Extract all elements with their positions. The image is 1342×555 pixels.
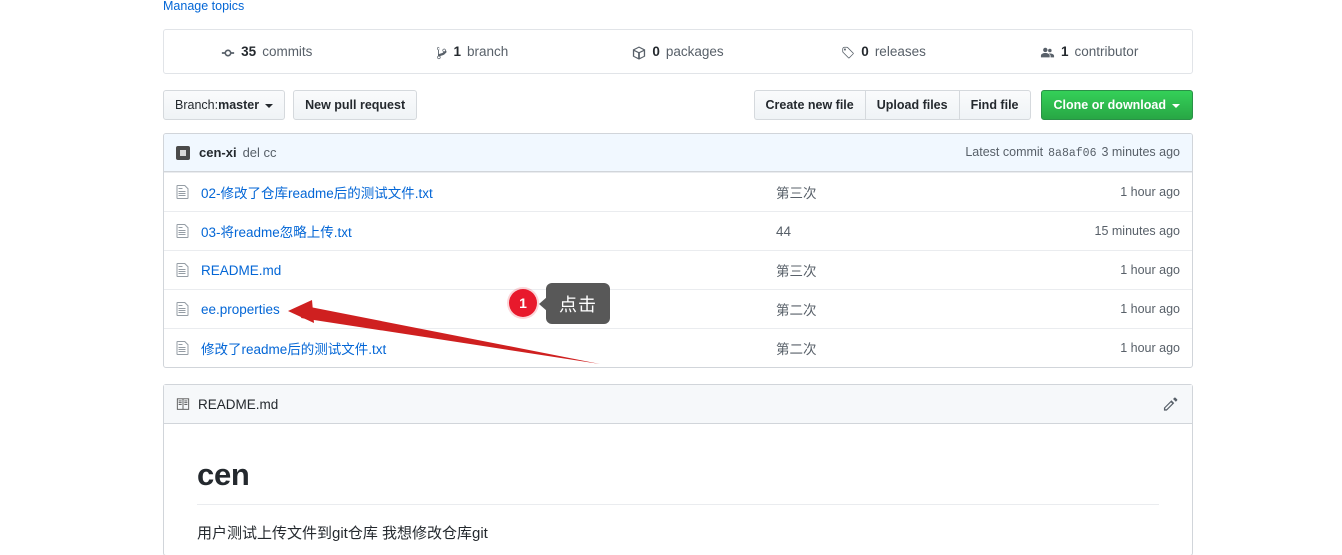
repository-stats-bar: 35 commits 1 branch 0 packages 0 release…: [163, 29, 1193, 74]
people-icon: [1040, 46, 1055, 60]
branch-icon: [436, 46, 448, 60]
file-icon: [176, 301, 192, 317]
git-commit-icon: [221, 46, 235, 60]
latest-commit-header: cen-xi del cc Latest commit 8a8af06 3 mi…: [164, 134, 1192, 172]
stat-commits-count: 35: [241, 44, 257, 59]
commit-author-link[interactable]: cen-xi: [199, 145, 237, 160]
file-commit-age: 1 hour ago: [1120, 341, 1180, 355]
stat-releases-count: 0: [861, 44, 869, 59]
readme-paragraph: 用户测试上传文件到git仓库 我想修改仓库git: [197, 524, 488, 542]
new-pull-request-button[interactable]: New pull request: [293, 90, 418, 120]
clone-or-download-label: Clone or download: [1053, 97, 1167, 112]
file-icon: [176, 340, 192, 356]
file-commit-message[interactable]: 44: [776, 224, 996, 239]
table-row[interactable]: 03-将readme忽略上传.txt 44 15 minutes ago: [164, 211, 1192, 250]
file-name-link[interactable]: README.md: [201, 263, 776, 278]
file-icon: [176, 184, 192, 200]
find-file-button[interactable]: Find file: [958, 90, 1031, 120]
edit-pencil-icon[interactable]: [1163, 397, 1178, 412]
chevron-down-icon: [265, 104, 274, 108]
stat-packages[interactable]: 0 packages: [575, 30, 781, 73]
file-commit-age: 15 minutes ago: [1094, 224, 1180, 238]
readme-header: README.md: [164, 385, 1192, 424]
repository-page: Manage topics 35 commits 1 branch 0 pack…: [0, 0, 1342, 555]
file-name-link[interactable]: 修改了readme后的测试文件.txt: [201, 338, 776, 358]
commit-sha-link[interactable]: 8a8af06: [1048, 147, 1096, 160]
file-commit-age: 1 hour ago: [1120, 263, 1180, 277]
stat-commits-label: commits: [262, 44, 313, 59]
latest-commit-meta: Latest commit 8a8af06 3 minutes ago: [965, 145, 1180, 160]
readme-heading: cen: [197, 456, 1159, 505]
stat-commits[interactable]: 35 commits: [164, 30, 370, 73]
stat-contributors[interactable]: 1 contributor: [986, 30, 1192, 73]
readme-box: README.md cen 用户测试上传文件到git仓库 我想修改仓库git: [163, 384, 1193, 555]
create-new-file-button[interactable]: Create new file: [753, 90, 865, 120]
stat-contributors-count: 1: [1061, 44, 1069, 59]
file-commit-message[interactable]: 第三次: [776, 182, 996, 202]
branch-prefix-label: Branch:: [175, 97, 219, 112]
file-name-link[interactable]: 02-修改了仓库readme后的测试文件.txt: [201, 182, 776, 202]
file-icon: [176, 223, 192, 239]
repository-toolbar: Branch: master New pull request Create n…: [163, 90, 1193, 120]
book-icon: [176, 397, 190, 411]
chevron-down-icon: [1172, 104, 1180, 108]
file-actions-button-group: Create new file Upload files Find file: [753, 90, 1031, 120]
stat-releases[interactable]: 0 releases: [781, 30, 987, 73]
file-commit-message[interactable]: 第三次: [776, 260, 996, 280]
file-list-box: cen-xi del cc Latest commit 8a8af06 3 mi…: [163, 133, 1193, 368]
toolbar-right-group: Create new file Upload files Find file C…: [753, 90, 1193, 120]
clone-or-download-button[interactable]: Clone or download: [1040, 90, 1193, 120]
readme-title: README.md: [198, 396, 279, 412]
file-icon: [176, 262, 192, 278]
tag-icon: [841, 46, 855, 60]
stat-packages-count: 0: [652, 44, 660, 59]
repo-content-container: Manage topics 35 commits 1 branch 0 pack…: [163, 0, 1193, 555]
commit-message[interactable]: del cc: [243, 145, 277, 160]
table-row[interactable]: 02-修改了仓库readme后的测试文件.txt 第三次 1 hour ago: [164, 172, 1192, 211]
readme-body: cen 用户测试上传文件到git仓库 我想修改仓库git: [164, 424, 1192, 555]
file-name-link[interactable]: 03-将readme忽略上传.txt: [201, 221, 776, 241]
stat-packages-label: packages: [665, 44, 724, 59]
latest-commit-label: Latest commit: [965, 145, 1044, 159]
branch-selector-button[interactable]: Branch: master: [163, 90, 286, 120]
stat-contributors-label: contributor: [1074, 44, 1139, 59]
file-commit-message[interactable]: 第二次: [776, 299, 996, 319]
table-row[interactable]: README.md 第三次 1 hour ago: [164, 250, 1192, 289]
stat-releases-label: releases: [874, 44, 926, 59]
stat-branches-label: branch: [467, 44, 509, 59]
package-icon: [632, 45, 646, 60]
manage-topics-link[interactable]: Manage topics: [163, 0, 1193, 13]
upload-files-button[interactable]: Upload files: [864, 90, 959, 120]
file-commit-message[interactable]: 第二次: [776, 338, 996, 358]
avatar: [176, 145, 190, 160]
file-commit-age: 1 hour ago: [1120, 302, 1180, 316]
branch-name-label: master: [218, 97, 260, 112]
stat-branches[interactable]: 1 branch: [370, 30, 576, 73]
table-row[interactable]: ee.properties 第二次 1 hour ago: [164, 289, 1192, 328]
stat-branches-count: 1: [453, 44, 461, 59]
file-name-link[interactable]: ee.properties: [201, 302, 776, 317]
file-commit-age: 1 hour ago: [1120, 185, 1180, 199]
commit-age: 3 minutes ago: [1101, 145, 1180, 159]
table-row[interactable]: 修改了readme后的测试文件.txt 第二次 1 hour ago: [164, 328, 1192, 367]
